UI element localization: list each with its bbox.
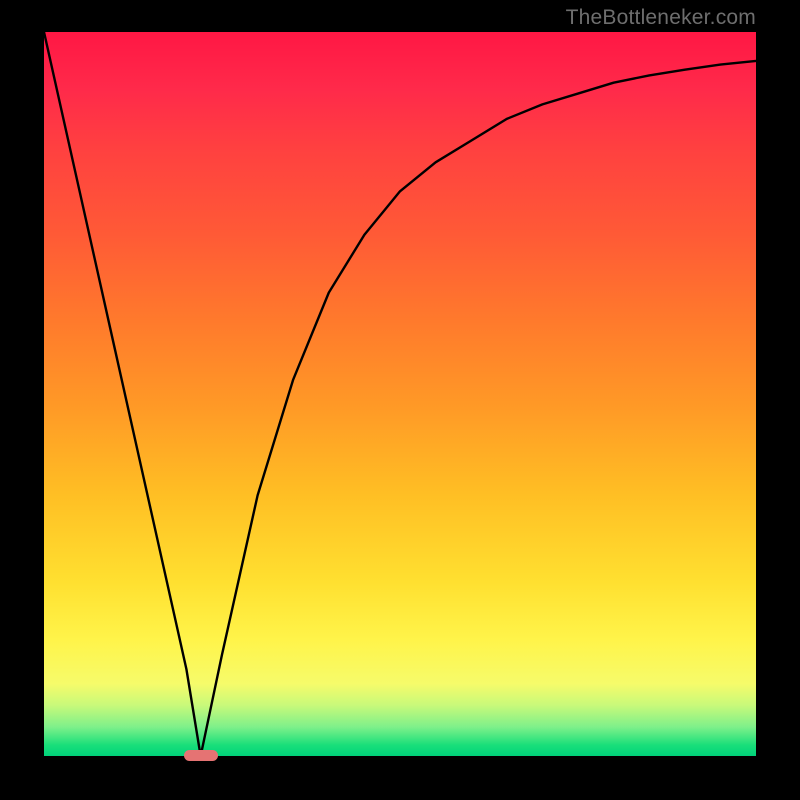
bottleneck-curve	[44, 32, 756, 756]
watermark-text: TheBottleneker.com	[566, 6, 756, 30]
plot-area	[44, 32, 756, 756]
minimum-marker	[184, 750, 218, 761]
chart-frame: TheBottleneker.com	[0, 0, 800, 800]
curve-layer	[44, 32, 756, 756]
